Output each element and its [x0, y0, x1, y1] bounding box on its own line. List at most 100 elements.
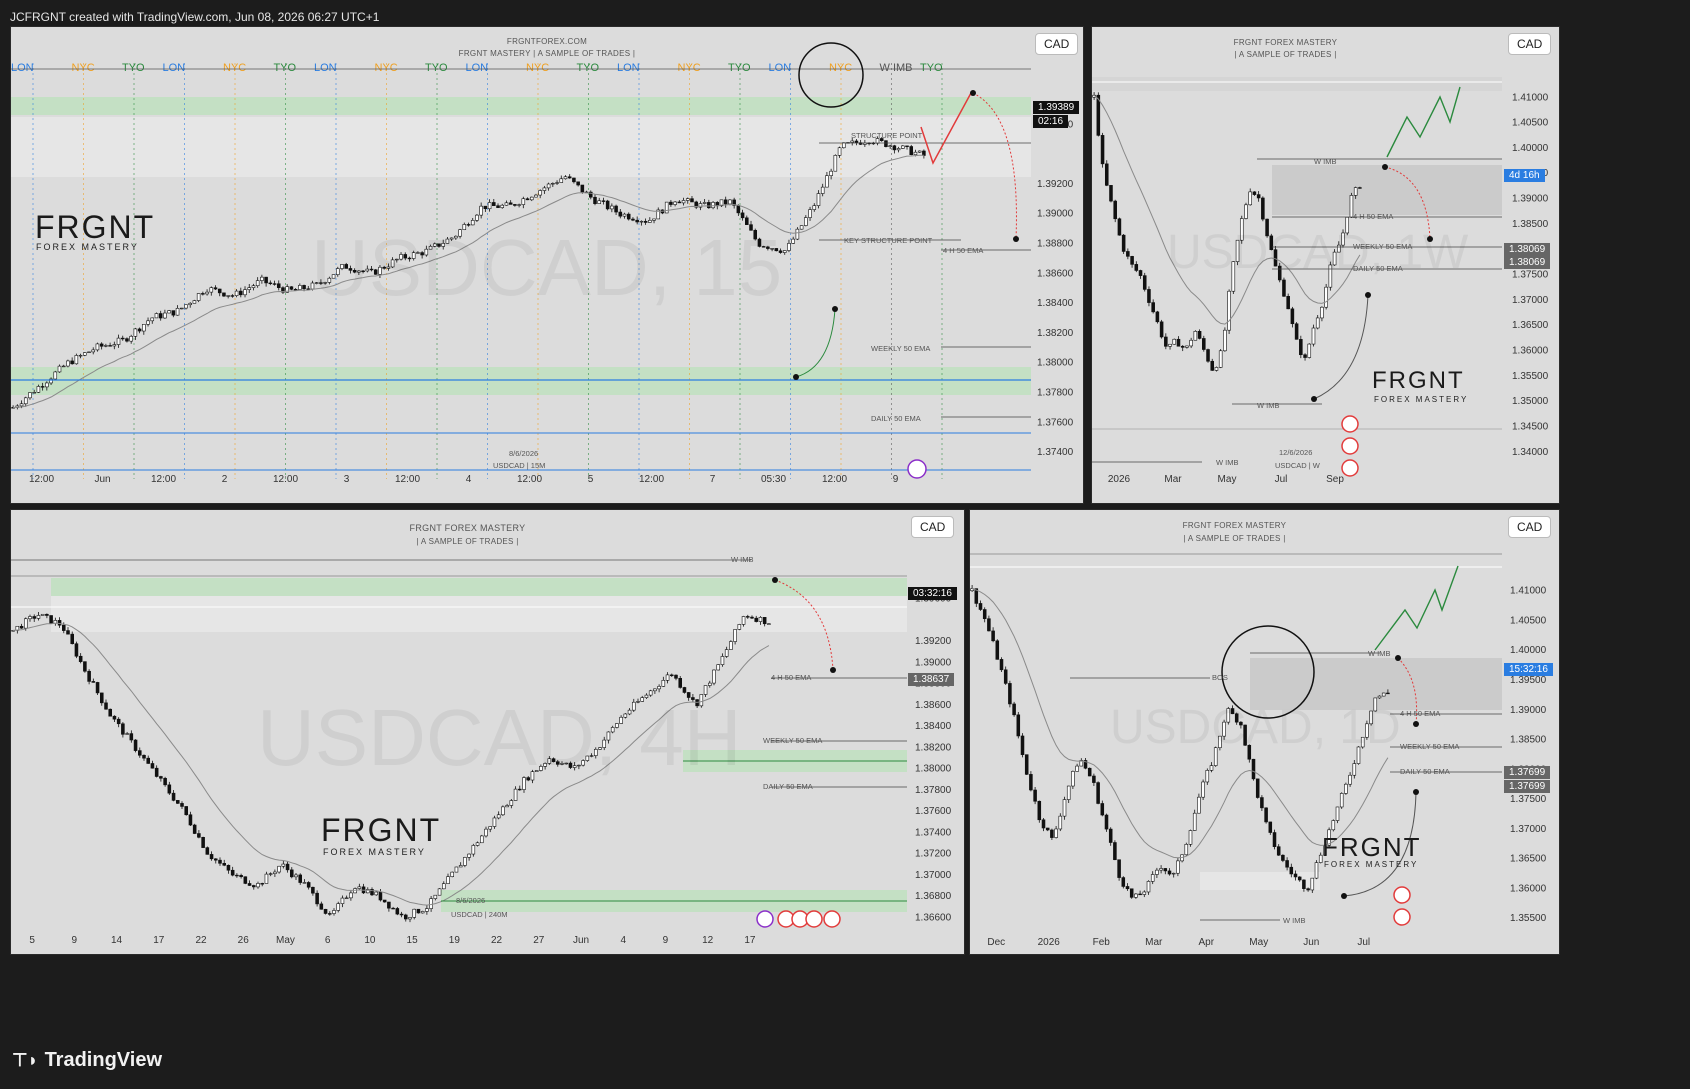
y-tick-label: 1.39500 — [1510, 675, 1547, 686]
candle-body — [581, 760, 585, 766]
candle-body — [1121, 877, 1126, 887]
panel-header-title: FRGNT FOREX MASTERY — [409, 523, 526, 533]
session-label: TYO — [425, 62, 448, 74]
candle-body — [488, 826, 493, 830]
candle-body — [1324, 286, 1328, 308]
x-tick-label: Apr — [1198, 937, 1214, 948]
candle-body — [116, 718, 121, 725]
candle-body — [618, 211, 623, 217]
tradingview-brand[interactable]: ⊤◗ TradingView — [12, 1049, 162, 1072]
candle-body — [1252, 191, 1257, 195]
x-tick-label: 05:30 — [761, 474, 786, 485]
imbalance-zone — [11, 97, 1031, 115]
candle-body — [66, 630, 70, 635]
candle-body — [268, 282, 273, 285]
candle-body — [593, 749, 598, 756]
candle-body — [24, 618, 28, 629]
trade-point — [1427, 236, 1433, 242]
w-imb-label: W IMB — [1368, 649, 1391, 658]
currency-button[interactable]: CAD — [1508, 33, 1552, 55]
candle-body — [1041, 819, 1046, 829]
candle-body — [737, 624, 742, 630]
chart-canvas-15m[interactable]: LON NYC TYO LON NYC TYO LON NYC TYO LON NYC TYO LON N… — [11, 27, 1083, 503]
x-tick-label: 19 — [449, 935, 461, 946]
candle-body — [441, 883, 446, 890]
chart-panel-4h[interactable]: 1.396001.392001.390001.388001.386001.384… — [10, 509, 965, 955]
candle-body — [1104, 163, 1109, 186]
candle-body — [399, 913, 404, 916]
candle-body — [277, 865, 281, 873]
candle-body — [361, 270, 365, 273]
candle-body — [728, 199, 732, 205]
y-tick-label: 1.37600 — [915, 806, 952, 817]
candle-body — [1294, 323, 1299, 340]
candle-body — [416, 252, 420, 254]
candle-body — [686, 692, 691, 698]
candle-body — [125, 733, 129, 735]
candle-body — [754, 617, 759, 622]
candle-body — [28, 616, 32, 620]
candle-body — [1113, 842, 1117, 861]
candle-body — [87, 670, 91, 682]
candle-body — [331, 274, 336, 279]
currency-button[interactable]: CAD — [1508, 516, 1552, 538]
candle-body — [251, 285, 256, 288]
ema-weekly-label: WEEKLY 50 EMA — [1400, 742, 1460, 751]
candle-body — [1345, 217, 1350, 234]
y-tick-label: 1.37600 — [1037, 417, 1074, 428]
candle-body — [1201, 781, 1205, 798]
candle-body — [1176, 860, 1180, 874]
candle-body — [522, 777, 526, 790]
candle-body — [753, 229, 758, 240]
chart-panel-daily[interactable]: 1.41000 1.40500 1.40000 1.39500 1.39000 1.385… — [969, 509, 1560, 955]
candle-body — [539, 766, 543, 771]
chart-canvas-daily[interactable]: 1.41000 1.40500 1.40000 1.39500 1.39000 1.385… — [970, 510, 1559, 954]
candle-body — [91, 349, 95, 353]
candle-body — [833, 155, 838, 172]
candle-body — [631, 701, 636, 711]
session-label: TYO — [122, 62, 145, 74]
candle-body — [260, 883, 265, 885]
candle-body — [745, 616, 750, 618]
chart-canvas-4h[interactable]: 1.396001.392001.390001.388001.386001.384… — [11, 510, 964, 954]
candle-body — [243, 876, 248, 884]
ema-weekly-label: WEEKLY 50 EMA — [1353, 242, 1413, 251]
candle-body — [1037, 800, 1042, 821]
candle-body — [1029, 774, 1033, 791]
candle-body — [357, 270, 361, 273]
chart-canvas-weekly[interactable]: 1.410001.405001.400001.395001.390001.385… — [1092, 27, 1559, 503]
candle-body — [201, 293, 205, 295]
y-tick-label: 1.36500 — [1512, 320, 1549, 331]
candle-body — [95, 343, 100, 351]
candle-body — [239, 290, 243, 296]
candle-body — [888, 145, 892, 147]
chart-panel-weekly[interactable]: 1.410001.405001.400001.395001.390001.385… — [1091, 26, 1560, 504]
candle-body — [767, 623, 771, 625]
candle-body — [125, 338, 129, 342]
candle-body — [1020, 735, 1025, 755]
candle-body — [799, 225, 804, 230]
event-icon — [1393, 886, 1411, 904]
candle-body — [648, 690, 653, 696]
candle-body — [563, 176, 568, 180]
candle-body — [407, 257, 412, 260]
candle-body — [1210, 360, 1215, 371]
x-tick-label: Jul — [1357, 937, 1370, 948]
candle-body — [129, 335, 133, 342]
session-label: W IMB — [880, 62, 913, 74]
candle-body — [723, 199, 728, 205]
candle-body — [854, 140, 859, 143]
currency-button[interactable]: CAD — [1035, 33, 1079, 55]
candle-body — [623, 713, 628, 718]
bar-countdown-label: 15:32:16 — [1504, 663, 1553, 676]
chart-panel-15m[interactable]: LON NYC TYO LON NYC TYO LON NYC TYO LON NYC TYO LON N… — [10, 26, 1084, 504]
y-tick-label: 1.37400 — [915, 827, 952, 838]
currency-button[interactable]: CAD — [911, 516, 955, 538]
candle-body — [1218, 735, 1222, 749]
candle-body — [1159, 321, 1164, 338]
candle-body — [1129, 888, 1134, 898]
candle-body — [766, 246, 770, 249]
ema-price-label-2: 1.38069 — [1504, 256, 1551, 269]
chart-header-text: JCFRGNT created with TradingView.com, Ju… — [10, 10, 380, 24]
candle-body — [403, 914, 408, 920]
